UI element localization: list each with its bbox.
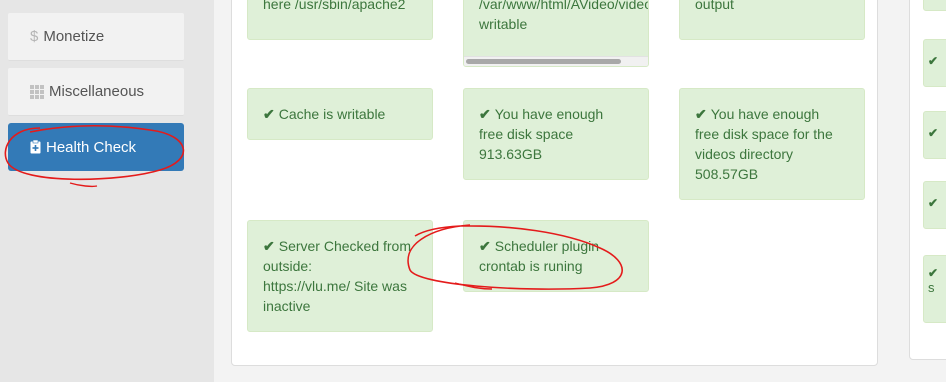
check-icon: ✔: [928, 266, 939, 280]
check-icon: ✔: [479, 238, 491, 254]
sidebar-item-miscellaneous[interactable]: Miscellaneous: [8, 68, 184, 116]
check-icon: ✔: [479, 106, 491, 122]
horizontal-scrollbar[interactable]: [464, 56, 648, 66]
content-area: here /usr/sbin/apache2 /var/www/html/AVi…: [214, 0, 946, 382]
check-icon: ✔: [695, 106, 707, 122]
check-scheduler: ✔ Scheduler plugin crontab is runing: [463, 220, 649, 292]
sidebar-item-label: Miscellaneous: [49, 83, 145, 100]
mini-alert: ✔: [923, 181, 946, 229]
check-apache: here /usr/sbin/apache2: [247, 0, 433, 40]
sidebar-item-health-check[interactable]: Health Check: [8, 123, 184, 171]
health-check-panel: here /usr/sbin/apache2 /var/www/html/AVi…: [231, 0, 878, 366]
check-output: output: [679, 0, 865, 40]
check-icon: ✔: [928, 54, 939, 68]
check-videos-writable: /var/www/html/AVideo/videos/ is writable: [463, 0, 649, 67]
scrollbar-thumb[interactable]: [466, 59, 621, 64]
mini-alert: ✔ s: [923, 255, 946, 323]
check-icon: ✔: [928, 126, 939, 140]
check-icon: ✔: [928, 196, 939, 210]
sidebar-item-monetize[interactable]: $ Monetize: [8, 13, 184, 61]
check-cache: ✔ Cache is writable: [247, 88, 433, 140]
clipboard-icon: [30, 140, 41, 154]
check-disk-space: ✔ You have enough free disk space 913.63G…: [463, 88, 649, 180]
right-panel: ✔ ✔ ✔ ✔ s: [909, 0, 946, 360]
mini-alert: ✔: [923, 111, 946, 159]
check-icon: ✔: [263, 238, 275, 254]
dollar-icon: $: [30, 28, 39, 45]
check-server-outside: ✔ Server Checked from outside: https://vl…: [247, 220, 433, 332]
mini-alert: [923, 0, 946, 11]
sidebar-item-label: Health Check: [46, 138, 137, 156]
mini-alert: ✔: [923, 39, 946, 87]
sidebar: $ Monetize Miscellaneous Health Check: [0, 0, 214, 382]
sidebar-item-label: Monetize: [43, 28, 105, 45]
check-videos-disk-space: ✔ You have enough free disk space for the…: [679, 88, 865, 200]
check-icon: ✔: [263, 106, 275, 122]
grid-icon: [30, 84, 44, 99]
